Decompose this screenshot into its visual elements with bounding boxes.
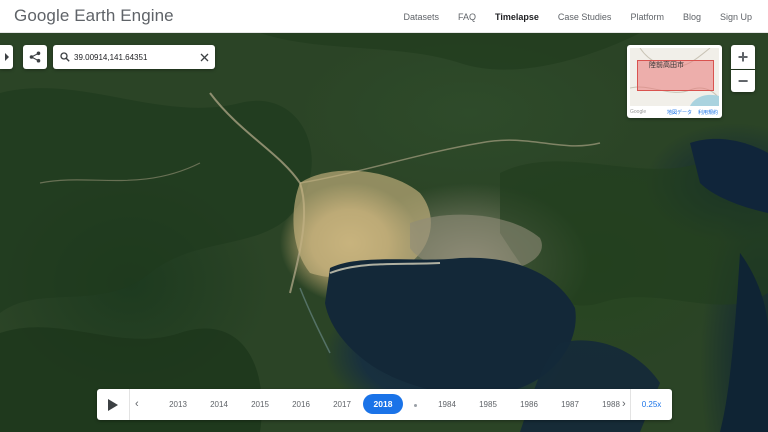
nav-platform[interactable]: Platform bbox=[630, 12, 664, 22]
year-wrap-marker bbox=[414, 404, 417, 407]
share-icon bbox=[29, 51, 41, 63]
close-icon[interactable] bbox=[200, 53, 209, 62]
chevron-right-icon bbox=[4, 53, 9, 61]
year-2013[interactable]: 2013 bbox=[163, 389, 193, 420]
year-1987[interactable]: 1987 bbox=[555, 389, 585, 420]
play-button[interactable] bbox=[97, 389, 130, 420]
nav-blog[interactable]: Blog bbox=[683, 12, 701, 22]
zoom-in-button[interactable]: + bbox=[731, 45, 755, 69]
timeline-bar: ‹ 2013 2014 2015 2016 2017 2018 1984 198… bbox=[97, 389, 672, 420]
minimap-terms-link[interactable]: 利用規約 bbox=[698, 109, 718, 116]
minimap-place-label: 陸前高田市 bbox=[649, 62, 684, 69]
year-2015[interactable]: 2015 bbox=[245, 389, 275, 420]
top-nav: Datasets FAQ Timelapse Case Studies Plat… bbox=[385, 0, 753, 33]
search-box bbox=[53, 45, 215, 69]
year-2014[interactable]: 2014 bbox=[204, 389, 234, 420]
overview-minimap[interactable]: 陸前高田市 Google 地図データ 利用規約 bbox=[627, 45, 722, 118]
minimap-footer: Google 地図データ 利用規約 bbox=[627, 109, 722, 116]
year-2016[interactable]: 2016 bbox=[286, 389, 316, 420]
top-bar: Google Earth Engine Datasets FAQ Timelap… bbox=[0, 0, 768, 33]
satellite-map[interactable]: 陸前高田市 Google 地図データ 利用規約 + − bbox=[0, 33, 768, 432]
plus-icon: + bbox=[737, 47, 749, 67]
nav-datasets[interactable]: Datasets bbox=[404, 12, 440, 22]
chevron-left-icon[interactable]: ‹ bbox=[135, 389, 139, 420]
search-input[interactable] bbox=[74, 52, 192, 62]
nav-faq[interactable]: FAQ bbox=[458, 12, 476, 22]
year-1984[interactable]: 1984 bbox=[432, 389, 462, 420]
chevron-right-icon[interactable]: › bbox=[622, 389, 626, 420]
nav-sign-up[interactable]: Sign Up bbox=[720, 12, 752, 22]
search-icon[interactable] bbox=[60, 52, 70, 62]
year-strip: ‹ 2013 2014 2015 2016 2017 2018 1984 198… bbox=[130, 389, 630, 420]
year-1986[interactable]: 1986 bbox=[514, 389, 544, 420]
zoom-out-button[interactable]: − bbox=[731, 70, 755, 92]
minimap-map-data-link[interactable]: 地図データ bbox=[667, 109, 692, 116]
nav-case-studies[interactable]: Case Studies bbox=[558, 12, 612, 22]
minimap-google-logo: Google bbox=[630, 109, 647, 115]
nav-timelapse[interactable]: Timelapse bbox=[495, 12, 539, 22]
brand-logo[interactable]: Google Earth Engine bbox=[14, 6, 174, 26]
panel-toggle-button[interactable] bbox=[0, 45, 13, 69]
year-2017[interactable]: 2017 bbox=[327, 389, 357, 420]
year-2018-selected[interactable]: 2018 bbox=[363, 394, 403, 414]
play-icon bbox=[108, 398, 118, 411]
minus-icon: − bbox=[737, 71, 749, 91]
year-1985[interactable]: 1985 bbox=[473, 389, 503, 420]
share-button[interactable] bbox=[23, 45, 47, 69]
playback-speed-button[interactable]: 0.25x bbox=[630, 389, 672, 420]
